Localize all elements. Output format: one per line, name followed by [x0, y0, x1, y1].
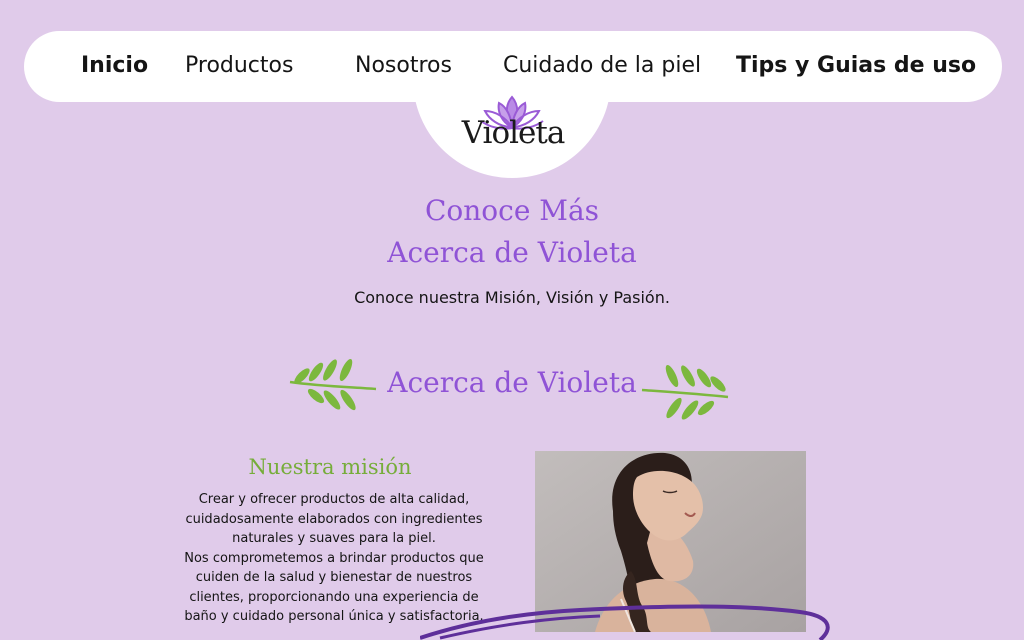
page-subtitle: Conoce nuestra Misión, Visión y Pasión. [354, 288, 670, 307]
page: Inicio Productos Nosotros Cuidado de la … [0, 0, 1024, 640]
nav-item-nosotros[interactable]: Nosotros [355, 53, 452, 78]
logo-text: Violeta [461, 115, 566, 151]
nav-item-tips-y-guias[interactable]: Tips y Guias de uso [736, 53, 976, 78]
nav-item-cuidado-de-la-piel[interactable]: Cuidado de la piel [503, 53, 701, 78]
leaf-branch-icon [289, 358, 377, 411]
nav-item-inicio[interactable]: Inicio [81, 53, 148, 78]
decorative-swoosh [420, 604, 830, 640]
nav-item-productos[interactable]: Productos [185, 53, 293, 78]
mission-title: Nuestra misión [248, 455, 412, 479]
page-title-line2: Acerca de Violeta [387, 236, 637, 269]
mission-paragraph-1: Crear y ofrecer productos de alta calida… [185, 492, 483, 546]
main-nav: Inicio Productos Nosotros Cuidado de la … [24, 31, 1002, 102]
logo-wordmark[interactable]: Violeta [458, 118, 568, 149]
page-title: Conoce Más Acerca de Violeta [312, 190, 712, 274]
section-heading-about: Acerca de Violeta [387, 366, 637, 399]
page-title-line1: Conoce Más [424, 194, 600, 227]
leaf-branch-icon [641, 364, 729, 420]
